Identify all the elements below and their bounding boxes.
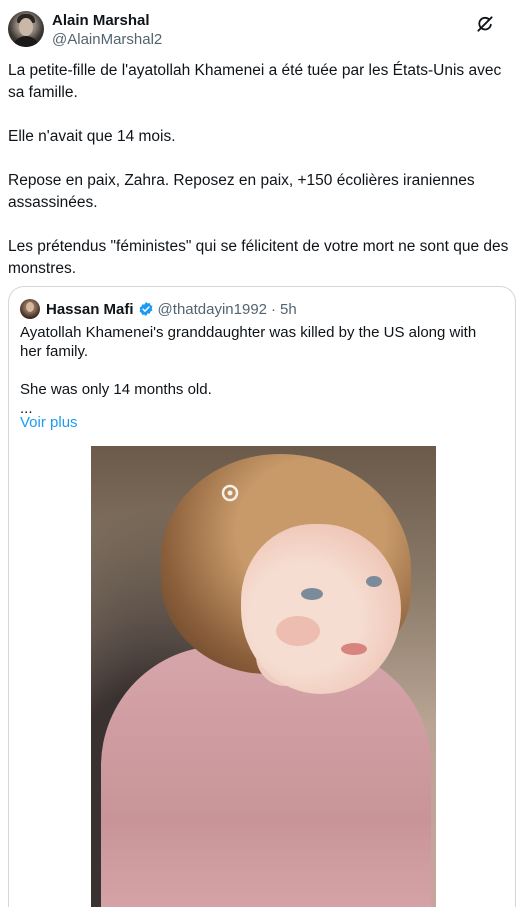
author-avatar[interactable] (8, 11, 44, 47)
quoted-tweet[interactable]: Hassan Mafi @thatdayin1992 · 5h Ayatolla… (8, 286, 516, 907)
author-handle[interactable]: @AlainMarshal2 (52, 31, 162, 48)
author-name[interactable]: Alain Marshal (52, 12, 150, 29)
quoted-author-handle: @thatdayin1992 (157, 300, 268, 318)
quoted-text-line: She was only 14 months old. (20, 381, 212, 398)
grok-icon[interactable] (475, 14, 495, 34)
quoted-tweet-text: Ayatollah Khamenei's granddaughter was k… (20, 323, 500, 418)
quoted-author-name: Hassan Mafi (46, 300, 134, 318)
show-more-link[interactable]: Voir plus (20, 414, 78, 431)
quoted-author-avatar (20, 299, 40, 319)
tweet-header: Alain Marshal @AlainMarshal2 (8, 8, 515, 52)
quoted-text-line: Ayatollah Khamenei's granddaughter was k… (20, 324, 477, 360)
quoted-tweet-header: Hassan Mafi @thatdayin1992 · 5h (20, 299, 297, 319)
quoted-text-ellipsis: ... (20, 400, 33, 417)
tweet-paragraph: Elle n'avait que 14 mois. (8, 128, 176, 145)
tweet-body: La petite-fille de l'ayatollah Khamenei … (8, 60, 514, 280)
verified-badge-icon (139, 302, 152, 316)
tweet-paragraph: La petite-fille de l'ayatollah Khamenei … (8, 62, 502, 101)
tweet-paragraph: Repose en paix, Zahra. Reposez en paix, … (8, 172, 475, 211)
quoted-tweet-time: 5h (280, 300, 297, 318)
dot-separator: · (271, 300, 277, 318)
tweet-paragraph: Les prétendus "féministes" qui se félici… (8, 238, 509, 277)
quoted-tweet-photo[interactable] (91, 446, 436, 907)
